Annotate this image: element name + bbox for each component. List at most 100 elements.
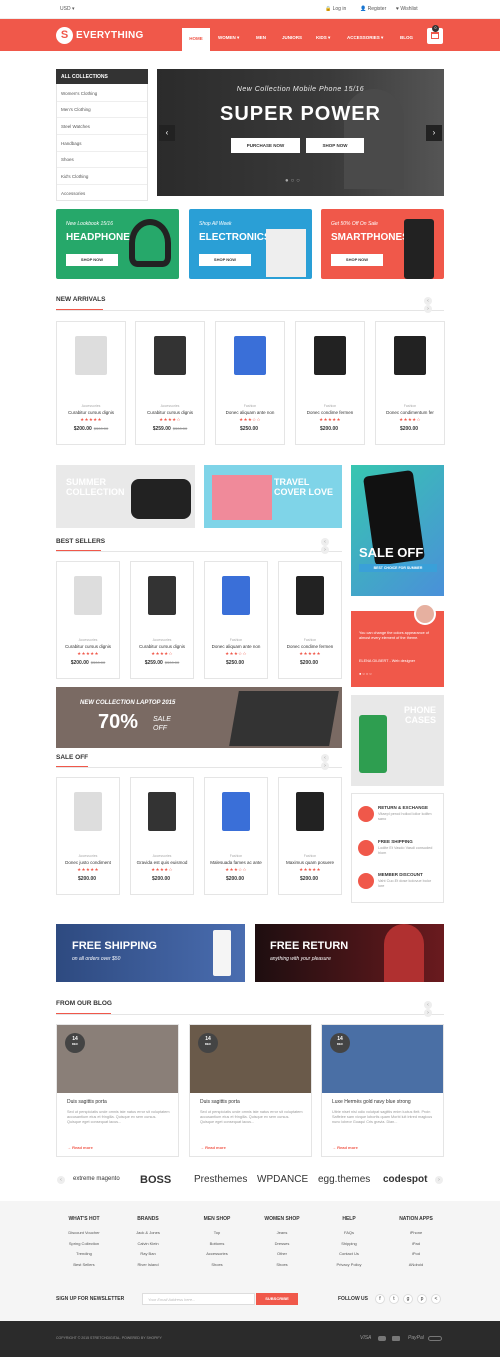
footer-link[interactable]: Bottoms [187, 1239, 247, 1250]
footer-link[interactable]: FAQs [319, 1228, 379, 1239]
blog-post[interactable]: 14 DEC Luxe Hermès gold navy blue strong … [321, 1024, 444, 1157]
footer-link[interactable]: River Island [118, 1260, 178, 1271]
banner-electronics[interactable]: Shop All Week ELECTRONICS SHOP NOW [189, 209, 312, 279]
read-more-link[interactable]: → Read more [200, 1145, 226, 1150]
footer-link[interactable]: Dresses [252, 1239, 312, 1250]
blog-post[interactable]: 14 DEC Duis sagittis porta Sed ut perspic… [189, 1024, 312, 1157]
product-card[interactable]: Accessories Curabitur cursus dignis ★★★★… [135, 321, 205, 445]
footer-link[interactable]: Shoes [187, 1260, 247, 1271]
product-card[interactable]: Fashion Donec condime fermen ★★★★★ $200.… [278, 561, 342, 679]
product-image[interactable] [65, 784, 111, 839]
nav-women[interactable]: WOMEN ▾ [218, 35, 239, 41]
shop-now-button[interactable]: SHOP NOW [199, 254, 251, 266]
nav-men[interactable]: MEN [256, 35, 266, 40]
product-name[interactable]: Donec aliquam ante non [216, 410, 284, 415]
googleplus-icon[interactable]: g [403, 1294, 413, 1304]
sidebar-item[interactable]: Kid's Clothing [61, 174, 88, 179]
footer-link[interactable]: Jack & Jones [118, 1228, 178, 1239]
footer-link[interactable]: Shipping [319, 1239, 379, 1250]
footer-link[interactable]: Best Sellers [54, 1260, 114, 1271]
free-shipping-banner[interactable]: FREE SHIPPING on all orders over $50 [56, 924, 245, 982]
carousel-arrows[interactable]: ‹› [424, 1001, 444, 1017]
slider-dots[interactable]: ●○○ [285, 178, 302, 184]
brand-logo[interactable]: Presthemes [194, 1174, 247, 1185]
sidebar-item[interactable]: Accessories [61, 191, 85, 196]
product-image[interactable] [287, 568, 333, 623]
product-card[interactable]: Accessories Curabitur cursus dignis ★★★★… [130, 561, 194, 679]
register-link[interactable]: 👤 Register [360, 6, 386, 12]
nav-blog[interactable]: BLOG [400, 35, 413, 40]
purchase-now-button[interactable]: PURCHASE NOW [231, 138, 300, 153]
footer-link[interactable]: Privacy Policy [319, 1260, 379, 1271]
blog-title[interactable]: Duis sagittis porta [200, 1099, 240, 1105]
product-name[interactable]: Malesuada fames ac ante [205, 860, 267, 865]
sidebar-item[interactable]: Men's Clothing [61, 107, 91, 112]
product-name[interactable]: Donec aliquam ante non [205, 644, 267, 649]
product-name[interactable]: Donec condime fermen [296, 410, 364, 415]
product-name[interactable]: Curabitur cursus dignis [131, 644, 193, 649]
product-card[interactable]: Fashion Donec aliquam ante non ★★★☆☆ $25… [204, 561, 268, 679]
brands-next-arrow[interactable]: › [435, 1176, 443, 1184]
brands-prev-arrow[interactable]: ‹ [57, 1176, 65, 1184]
product-name[interactable]: Maximus quam posuere [279, 860, 341, 865]
footer-link[interactable]: iPod [386, 1249, 446, 1260]
login-link[interactable]: 🔒 Log in [325, 6, 346, 12]
blog-title[interactable]: Luxe Hermès gold navy blue strong [332, 1099, 411, 1105]
product-name[interactable]: Donec condime fermen [279, 644, 341, 649]
product-card[interactable]: Fashion Donec condime fermen ★★★★★ $200.… [295, 321, 365, 445]
logo-icon[interactable]: S [56, 27, 73, 44]
footer-link[interactable]: ANdroid [386, 1260, 446, 1271]
shop-now-button[interactable]: SHOP NOW [66, 254, 118, 266]
product-image[interactable] [65, 568, 111, 623]
footer-link[interactable]: Calvin Klein [118, 1239, 178, 1250]
subscribe-button[interactable]: SUBSCRIBE [256, 1293, 298, 1305]
product-image[interactable] [139, 784, 185, 839]
share-icon[interactable]: < [431, 1294, 441, 1304]
sidebar-item[interactable]: Steel Watches [61, 124, 90, 129]
nav-kids[interactable]: KIDS ▾ [316, 35, 330, 41]
product-card[interactable]: Accessories Curabitur cursus dignis ★★★★… [56, 321, 126, 445]
product-card[interactable]: Fashion Donec condimentum fer ★★★★☆ $200… [375, 321, 445, 445]
product-image[interactable] [213, 784, 259, 839]
currency-select[interactable]: USD ▾ [60, 6, 74, 12]
product-name[interactable]: Curabitur cursus dignis [136, 410, 204, 415]
footer-link[interactable]: Discount Voucher [54, 1228, 114, 1239]
brand-logo[interactable]: egg.themes [318, 1174, 370, 1185]
nav-juniors[interactable]: JUNIORS [282, 35, 302, 40]
carousel-arrows[interactable]: ‹› [424, 297, 444, 313]
footer-link[interactable]: Spring Collection [54, 1239, 114, 1250]
product-card[interactable]: Fashion Maximus quam posuere ★★★★★ $200.… [278, 777, 342, 895]
product-name[interactable]: Curabitur cursus dignis [57, 410, 125, 415]
travel-banner[interactable]: TRAVEL COVER LOVE [204, 465, 342, 528]
product-image[interactable] [384, 328, 436, 383]
product-card[interactable]: Accessories Curabitur cursus dignis ★★★★… [56, 561, 120, 679]
carousel-arrows[interactable]: ‹› [321, 538, 341, 554]
slider-next-arrow[interactable]: › [426, 125, 442, 141]
newsletter-email-input[interactable]: Your Email Address here... [142, 1293, 255, 1305]
slider-prev-arrow[interactable]: ‹ [159, 125, 175, 141]
blog-title[interactable]: Duis sagittis porta [67, 1099, 107, 1105]
footer-link[interactable]: Shoes [252, 1260, 312, 1271]
product-image[interactable] [144, 328, 196, 383]
nav-accessories[interactable]: ACCESSORIES ▾ [347, 35, 383, 41]
footer-link[interactable]: Other [252, 1249, 312, 1260]
laptop-banner[interactable]: NEW COLLECTION LAPTOP 2015 70% SALE OFF [56, 687, 342, 748]
brand-logo[interactable]: BOSS [140, 1174, 171, 1186]
product-image[interactable] [65, 328, 117, 383]
blog-post[interactable]: 14 DEC Duis sagittis porta Sed ut perspic… [56, 1024, 179, 1157]
product-card[interactable]: Fashion Donec aliquam ante non ★★★☆☆ $25… [215, 321, 285, 445]
sidebar-item[interactable]: Women's Clothing [61, 91, 97, 96]
product-card[interactable]: Fashion Malesuada fames ac ante ★★★☆☆ $2… [204, 777, 268, 895]
product-name[interactable]: Gravida est quis euismod [131, 860, 193, 865]
product-image[interactable] [224, 328, 276, 383]
facebook-icon[interactable]: f [375, 1294, 385, 1304]
product-name[interactable]: Donec condimentum fer [376, 410, 444, 415]
product-image[interactable] [213, 568, 259, 623]
banner-smartphones[interactable]: Get 50% Off On Sale SMARTPHONES SHOP NOW [321, 209, 444, 279]
footer-link[interactable]: Accessories [187, 1249, 247, 1260]
product-card[interactable]: Accessories Donec justo condiment ★★★★★ … [56, 777, 120, 895]
footer-link[interactable]: Top [187, 1228, 247, 1239]
twitter-icon[interactable]: t [389, 1294, 399, 1304]
footer-link[interactable]: Contact Us [319, 1249, 379, 1260]
phone-cases-banner[interactable]: PHONE CASES [351, 695, 444, 786]
